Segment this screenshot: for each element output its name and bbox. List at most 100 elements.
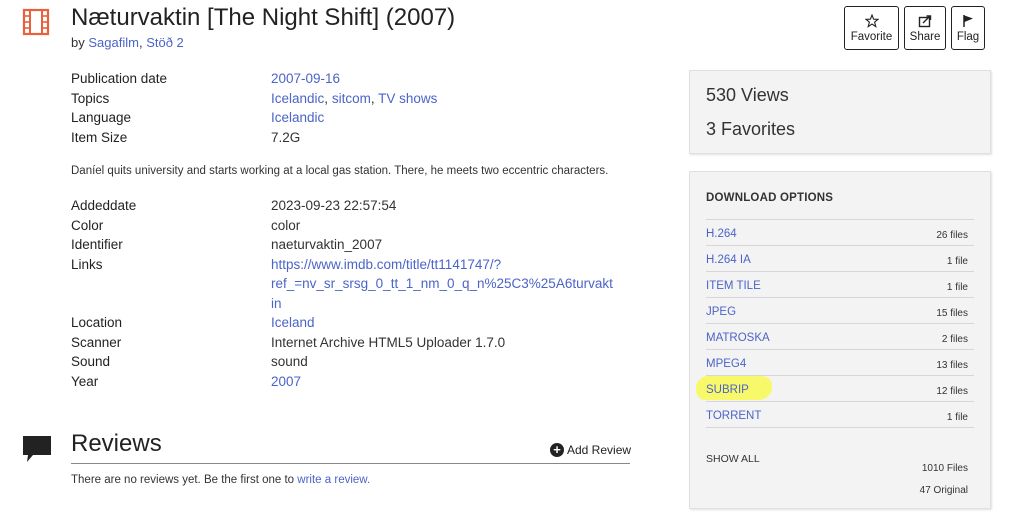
reviews-empty-message: There are no reviews yet. Be the first o… bbox=[71, 474, 370, 486]
imdb-link[interactable]: https://www.imdb.com/title/tt1141747/? r… bbox=[271, 255, 621, 314]
download-format[interactable]: ITEM TILE bbox=[706, 280, 761, 292]
download-count: 12 files bbox=[936, 386, 968, 397]
meta-row-sound: Sound sound bbox=[71, 352, 621, 372]
reviews-divider bbox=[71, 463, 630, 464]
download-count: 1 file bbox=[946, 282, 968, 293]
meta-key: Year bbox=[71, 373, 99, 389]
meta-row-location: Location Iceland bbox=[71, 313, 621, 333]
meta-key: Addeddate bbox=[71, 198, 137, 213]
flag-icon bbox=[963, 14, 973, 27]
share-icon bbox=[918, 14, 932, 27]
creator-separator: , bbox=[138, 35, 143, 50]
meta-key: Item Size bbox=[71, 129, 128, 145]
flag-label: Flag bbox=[956, 30, 980, 43]
share-button[interactable]: Share bbox=[904, 6, 946, 50]
creator-link-sagafilm[interactable]: Sagafilm bbox=[88, 35, 139, 50]
metadata-top: Publication date 2007-09-16 Topics Icela… bbox=[71, 69, 621, 147]
download-item-subrip[interactable]: SUBRIP 12 files bbox=[696, 375, 974, 401]
plus-circle-icon: + bbox=[550, 443, 564, 457]
download-item-torrent[interactable]: TORRENT 1 file bbox=[706, 401, 974, 427]
total-original: 47 Original bbox=[919, 485, 968, 496]
add-review-label: Add Review bbox=[567, 443, 632, 457]
imdb-link-line: ref_=nv_sr_srsg_0_tt_1_nm_0_q_n%25C3%25A… bbox=[271, 276, 613, 291]
topic-separator: , bbox=[324, 90, 329, 106]
download-item-jpeg[interactable]: JPEG 15 files bbox=[706, 297, 974, 323]
views-count: 530 Views bbox=[706, 85, 789, 105]
creator-link-stod2[interactable]: Stöð 2 bbox=[146, 35, 184, 50]
download-count: 26 files bbox=[936, 230, 968, 241]
meta-key: Language bbox=[71, 110, 132, 125]
meta-row-publication-date: Publication date 2007-09-16 bbox=[71, 69, 621, 89]
download-count: 15 files bbox=[936, 308, 968, 319]
meta-row-scanner: Scanner Internet Archive HTML5 Uploader … bbox=[71, 333, 621, 353]
download-count: 1 file bbox=[946, 412, 968, 423]
item-actions: Favorite Share Flag bbox=[844, 6, 985, 50]
download-list: H.264 26 files H.264 IA 1 file ITEM TILE… bbox=[696, 219, 974, 428]
page-title: Næturvaktin [The Night Shift] (2007) bbox=[71, 4, 456, 31]
download-options-box: DOWNLOAD OPTIONS H.264 26 files H.264 IA… bbox=[689, 171, 991, 509]
imdb-link-line: https://www.imdb.com/title/tt1141747/? bbox=[271, 256, 502, 272]
byline: by Sagafilm, Stöð 2 bbox=[71, 35, 184, 50]
topic-link-icelandic[interactable]: Icelandic bbox=[271, 91, 324, 106]
publication-date-link[interactable]: 2007-09-16 bbox=[271, 71, 340, 86]
download-item-item-tile[interactable]: ITEM TILE 1 file bbox=[706, 271, 974, 297]
film-icon bbox=[22, 8, 50, 36]
download-format[interactable]: TORRENT bbox=[706, 410, 761, 422]
identifier-value: naeturvaktin_2007 bbox=[271, 237, 383, 252]
sound-value: sound bbox=[271, 354, 308, 369]
meta-key: Links bbox=[71, 256, 103, 272]
year-link[interactable]: 2007 bbox=[271, 374, 301, 389]
scanner-value: Internet Archive HTML5 Uploader 1.7.0 bbox=[271, 334, 506, 350]
language-link[interactable]: Icelandic bbox=[271, 110, 324, 125]
favorite-label: Favorite bbox=[850, 30, 893, 43]
reviews-title: Reviews bbox=[71, 430, 162, 457]
meta-key: Identifier bbox=[71, 237, 123, 252]
meta-row-color: Color color bbox=[71, 216, 621, 236]
meta-row-addeddate: Addeddate 2023-09-23 22:57:54 bbox=[71, 196, 621, 216]
download-item-h264[interactable]: H.264 26 files bbox=[706, 219, 974, 245]
write-review-link[interactable]: write a review. bbox=[297, 474, 370, 486]
meta-key: Color bbox=[71, 217, 104, 233]
meta-key: Publication date bbox=[71, 71, 168, 86]
favorites-count: 3 Favorites bbox=[706, 119, 796, 139]
byline-prefix: by bbox=[71, 35, 85, 50]
download-count: 2 files bbox=[941, 334, 968, 345]
download-format[interactable]: MPEG4 bbox=[706, 358, 746, 370]
download-format[interactable]: H.264 bbox=[706, 228, 737, 240]
download-format[interactable]: H.264 IA bbox=[706, 254, 751, 266]
meta-row-language: Language Icelandic bbox=[71, 108, 621, 128]
comment-icon bbox=[23, 436, 51, 462]
download-item-matroska[interactable]: MATROSKA 2 files bbox=[706, 323, 974, 349]
location-link[interactable]: Iceland bbox=[271, 315, 315, 330]
total-files: 1010 Files bbox=[921, 463, 968, 474]
meta-key: Location bbox=[71, 315, 123, 330]
meta-row-topics: Topics Icelandic, sitcom, TV shows bbox=[71, 89, 621, 109]
download-item-mpeg4[interactable]: MPEG4 13 files bbox=[706, 349, 974, 375]
topic-link-tv-shows[interactable]: TV shows bbox=[378, 91, 437, 106]
download-count: 1 file bbox=[946, 256, 968, 267]
addeddate-value: 2023-09-23 22:57:54 bbox=[271, 198, 397, 213]
stats-box: 530 Views 3 Favorites bbox=[689, 70, 991, 154]
download-format[interactable]: JPEG bbox=[706, 306, 736, 318]
download-format[interactable]: MATROSKA bbox=[706, 332, 770, 344]
item-description: Daníel quits university and starts worki… bbox=[71, 165, 609, 177]
download-list-divider bbox=[706, 427, 974, 428]
download-item-h264-ia[interactable]: H.264 IA 1 file bbox=[706, 245, 974, 271]
metadata-bottom: Addeddate 2023-09-23 22:57:54 Color colo… bbox=[71, 196, 621, 391]
imdb-link-line: in bbox=[271, 295, 282, 311]
item-size-value: 7.2G bbox=[271, 129, 301, 145]
meta-key: Topics bbox=[71, 90, 110, 106]
add-review-button[interactable]: + Add Review bbox=[550, 443, 631, 457]
flag-button[interactable]: Flag bbox=[951, 6, 985, 50]
share-label: Share bbox=[909, 30, 941, 43]
star-icon bbox=[864, 13, 879, 28]
download-format[interactable]: SUBRIP bbox=[706, 384, 749, 396]
favorite-button[interactable]: Favorite bbox=[844, 6, 899, 50]
topic-link-sitcom[interactable]: sitcom bbox=[332, 91, 371, 106]
meta-key: Scanner bbox=[71, 334, 122, 350]
download-count: 13 files bbox=[936, 360, 968, 371]
meta-row-identifier: Identifier naeturvaktin_2007 bbox=[71, 235, 621, 255]
meta-row-year: Year 2007 bbox=[71, 372, 621, 392]
topic-separator: , bbox=[370, 90, 375, 106]
show-all-link[interactable]: SHOW ALL bbox=[706, 453, 760, 465]
